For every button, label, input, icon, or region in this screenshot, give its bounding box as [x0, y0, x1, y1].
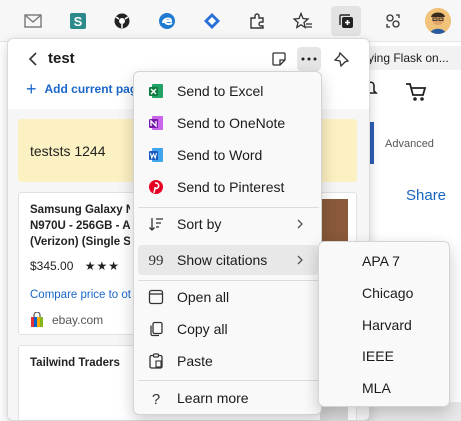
- add-current-page-button[interactable]: + Add current pag: [26, 79, 137, 99]
- menu-item-label: Send to Excel: [177, 83, 264, 99]
- citation-style-label: APA 7: [362, 253, 400, 269]
- menu-separator: [138, 280, 319, 281]
- citations-submenu: APA 7 Chicago Harvard IEEE MLA: [318, 241, 450, 407]
- collections-icon[interactable]: [331, 6, 361, 36]
- sway-icon[interactable]: S: [63, 6, 93, 36]
- paste-icon: [148, 353, 164, 369]
- menu-item-show-citations[interactable]: 99 Show citations: [138, 245, 319, 275]
- mail-icon[interactable]: [18, 6, 48, 36]
- browser-toolbar: S: [0, 0, 461, 42]
- svg-text:S: S: [74, 14, 83, 29]
- item-title-line: (Verizon) (Single SI: [30, 236, 130, 248]
- menu-item-send-to-word[interactable]: Send to Word: [138, 140, 319, 170]
- chevron-right-icon: [295, 253, 305, 267]
- item-site: ebay.com: [30, 311, 104, 328]
- citation-style-ieee[interactable]: IEEE: [323, 341, 447, 371]
- ebay-bag-icon: [30, 311, 44, 328]
- quote-icon: 99: [148, 252, 164, 268]
- pin-icon[interactable]: [330, 47, 354, 71]
- menu-item-sort-by[interactable]: Sort by: [138, 209, 319, 239]
- item-title: Tailwind Traders: [30, 357, 120, 369]
- menu-item-send-to-pinterest[interactable]: Send to Pinterest: [138, 172, 319, 202]
- edge-icon[interactable]: [152, 6, 182, 36]
- citation-style-label: MLA: [362, 380, 391, 396]
- menu-item-label: Copy all: [177, 321, 228, 337]
- avatar[interactable]: [425, 8, 451, 34]
- back-arrow-icon[interactable]: [22, 48, 44, 70]
- menu-item-label: Paste: [177, 353, 213, 369]
- item-title: Samsung Galaxy No N970U - 256GB - A (Ver…: [30, 202, 130, 250]
- citation-style-label: IEEE: [362, 348, 394, 364]
- menu-item-copy-all[interactable]: Copy all: [138, 314, 319, 344]
- menu-item-label: Show citations: [177, 252, 268, 268]
- profile-switch-icon[interactable]: [378, 6, 408, 36]
- item-title-line: N970U - 256GB - A: [30, 220, 130, 232]
- citation-style-label: Harvard: [362, 317, 412, 333]
- site-name: ebay.com: [52, 313, 104, 327]
- more-options-icon[interactable]: [297, 47, 321, 71]
- help-icon: ?: [148, 390, 164, 406]
- plus-icon: +: [26, 79, 37, 99]
- menu-item-label: Sort by: [177, 216, 222, 232]
- onenote-icon: [148, 115, 164, 131]
- background-advanced-link[interactable]: Advanced: [385, 138, 434, 150]
- menu-item-open-all[interactable]: Open all: [138, 282, 319, 312]
- menu-item-send-to-onenote[interactable]: Send to OneNote: [138, 108, 319, 138]
- menu-separator: [138, 207, 319, 208]
- football-icon[interactable]: [107, 6, 137, 36]
- price-value: $345.00: [30, 259, 74, 273]
- background-icons: [360, 78, 461, 106]
- menu-item-paste[interactable]: Paste: [138, 346, 319, 376]
- menu-item-label: Send to Pinterest: [177, 179, 285, 195]
- note-text: teststs 1244: [30, 143, 106, 159]
- menu-item-label: Send to OneNote: [177, 115, 286, 131]
- add-current-page-label: Add current pag: [44, 82, 138, 96]
- sort-icon: [148, 216, 164, 232]
- rating-stars: ★★★: [84, 259, 121, 273]
- citation-style-apa-7[interactable]: APA 7: [323, 246, 447, 276]
- menu-separator: [138, 380, 319, 381]
- menu-item-label: Open all: [177, 289, 230, 305]
- more-options-menu: Send to Excel Send to OneNote Send to Wo…: [133, 71, 322, 415]
- menu-item-label: Learn more: [177, 390, 249, 406]
- compare-price-link[interactable]: Compare price to ot: [30, 289, 131, 301]
- background-share-link[interactable]: Share: [406, 187, 446, 204]
- menu-item-label: Send to Word: [177, 147, 263, 163]
- citation-style-mla[interactable]: MLA: [323, 373, 447, 403]
- chevron-right-icon: [295, 217, 305, 231]
- svg-text:99: 99: [149, 253, 164, 268]
- item-title-line: Samsung Galaxy No: [30, 204, 130, 216]
- jira-icon[interactable]: [197, 6, 227, 36]
- word-icon: [148, 147, 164, 163]
- pinterest-icon: [148, 179, 164, 195]
- citation-style-chicago[interactable]: Chicago: [323, 278, 447, 308]
- svg-text:?: ?: [152, 391, 160, 406]
- background-tab-title[interactable]: ying Flask on...: [360, 46, 461, 70]
- citation-style-harvard[interactable]: Harvard: [323, 310, 447, 340]
- favorites-icon[interactable]: [288, 6, 318, 36]
- menu-item-send-to-excel[interactable]: Send to Excel: [138, 76, 319, 106]
- add-note-icon[interactable]: [267, 47, 291, 71]
- collection-title: test: [48, 50, 75, 67]
- copy-icon: [148, 321, 164, 337]
- citation-style-label: Chicago: [362, 285, 414, 301]
- menu-item-learn-more[interactable]: ? Learn more: [138, 383, 319, 413]
- item-price: $345.00 ★★★: [30, 259, 120, 273]
- open-all-icon: [148, 289, 164, 305]
- extensions-icon[interactable]: [242, 6, 272, 36]
- excel-icon: [148, 83, 164, 99]
